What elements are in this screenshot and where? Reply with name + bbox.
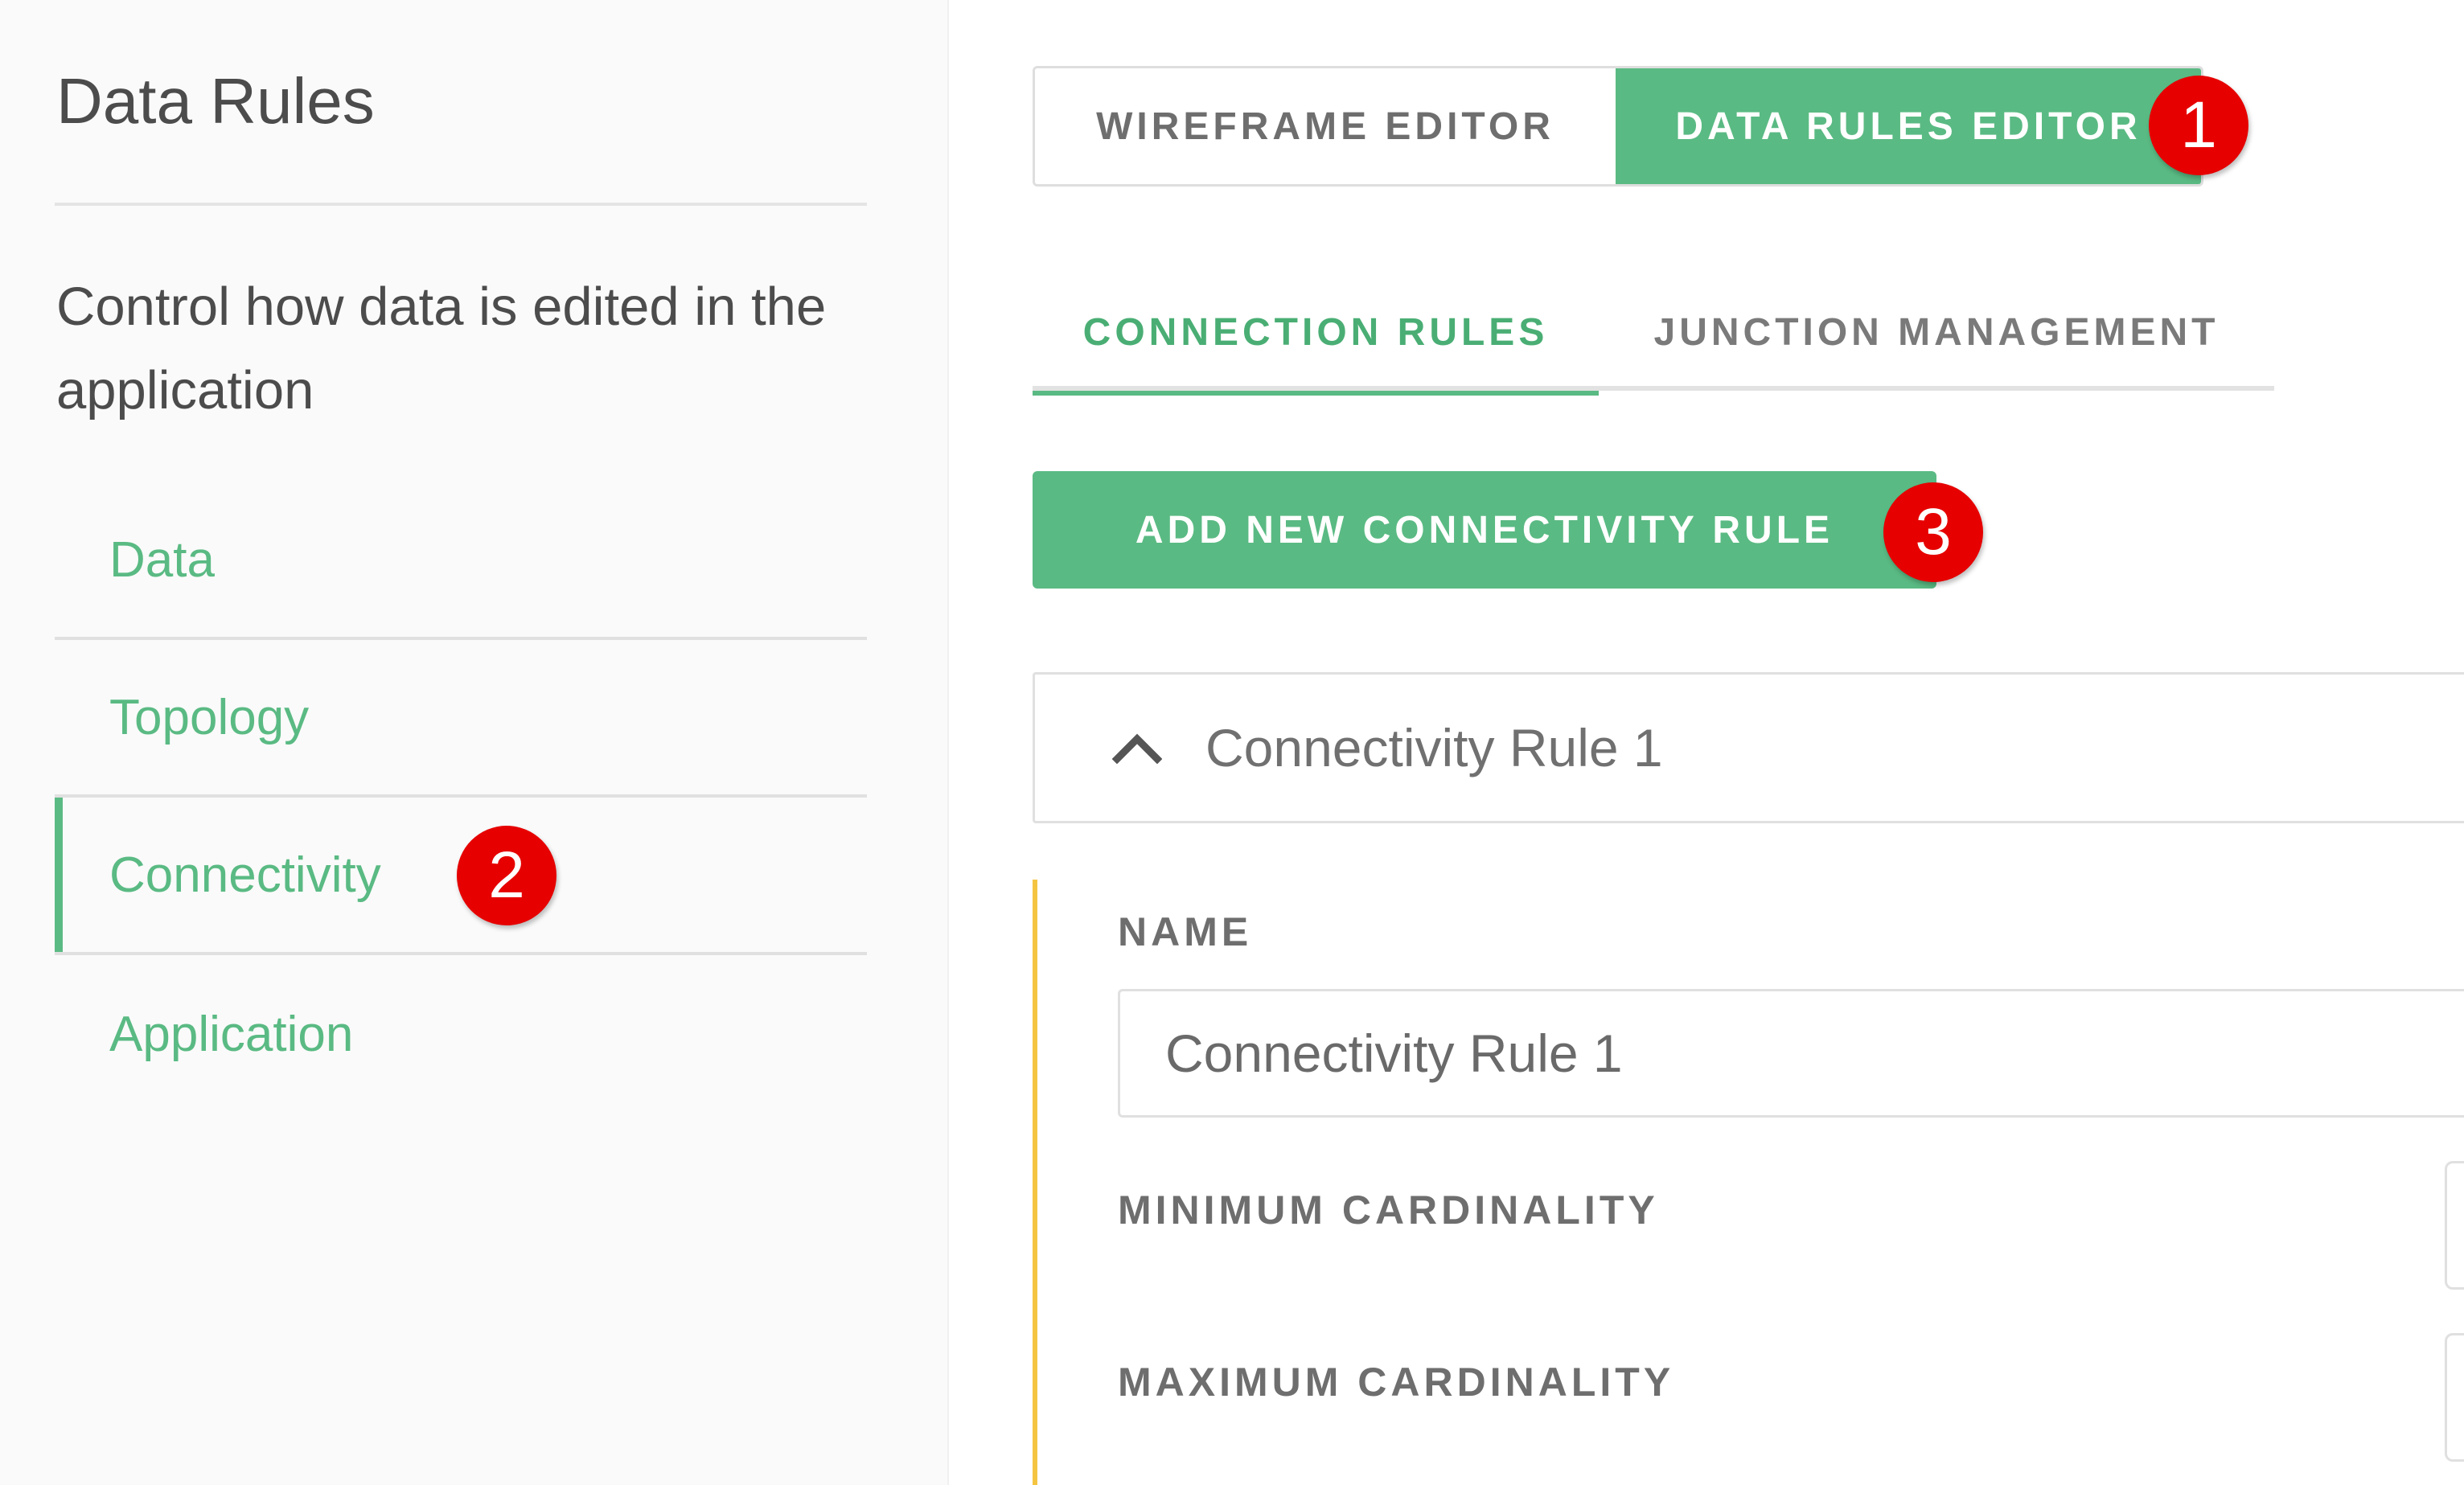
minimum-cardinality-input[interactable] xyxy=(2445,1161,2464,1290)
sidebar: Data Rules Control how data is edited in… xyxy=(0,0,949,1485)
rule-details: NAME MINIMUM CARDINALITY MAXIMUM CARDINA… xyxy=(1033,880,2464,1485)
callout-badge-1: 1 xyxy=(2149,76,2248,175)
sidebar-item-label: Data xyxy=(109,531,215,588)
sidebar-title: Data Rules xyxy=(56,65,375,137)
sidebar-item-label: Connectivity xyxy=(109,847,381,903)
sidebar-nav: Data Topology Connectivity Application xyxy=(55,482,867,1113)
add-connectivity-rule-button[interactable]: ADD NEW CONNECTIVITY RULE xyxy=(1033,471,1936,589)
app-window: Data Rules Control how data is edited in… xyxy=(0,0,2464,1485)
tab-connection-rules[interactable]: CONNECTION RULES xyxy=(1033,273,1599,396)
sidebar-item-label: Application xyxy=(109,1006,354,1062)
sidebar-divider xyxy=(55,203,867,206)
sidebar-item-topology[interactable]: Topology xyxy=(55,640,867,798)
callout-badge-3: 3 xyxy=(1883,482,1983,582)
editor-toggle: WIREFRAME EDITOR DATA RULES EDITOR xyxy=(1033,66,2203,187)
rule-title: Connectivity Rule 1 xyxy=(1205,718,1663,777)
sidebar-description: Control how data is edited in the applic… xyxy=(56,277,827,420)
rule-accordion-header[interactable]: Connectivity Rule 1 xyxy=(1033,672,2464,823)
maximum-cardinality-label: MAXIMUM CARDINALITY xyxy=(1118,1360,1675,1405)
sidebar-item-application[interactable]: Application xyxy=(55,955,867,1113)
name-label: NAME xyxy=(1118,909,1253,954)
tab-junction-management[interactable]: JUNCTION MANAGEMENT xyxy=(1599,273,2274,391)
sidebar-item-data[interactable]: Data xyxy=(55,482,867,640)
rule-name-input[interactable] xyxy=(1118,989,2464,1118)
main-panel: WIREFRAME EDITOR DATA RULES EDITOR CONNE… xyxy=(949,0,2464,1485)
sidebar-item-label: Topology xyxy=(109,689,310,745)
rules-tabs: CONNECTION RULES JUNCTION MANAGEMENT xyxy=(1033,273,2274,396)
data-rules-editor-button[interactable]: DATA RULES EDITOR xyxy=(1616,68,2201,184)
minimum-cardinality-label: MINIMUM CARDINALITY xyxy=(1118,1188,1659,1233)
chevron-up-icon xyxy=(1109,720,1165,776)
callout-badge-2: 2 xyxy=(457,826,556,925)
wireframe-editor-button[interactable]: WIREFRAME EDITOR xyxy=(1035,68,1616,184)
maximum-cardinality-input[interactable] xyxy=(2445,1333,2464,1462)
